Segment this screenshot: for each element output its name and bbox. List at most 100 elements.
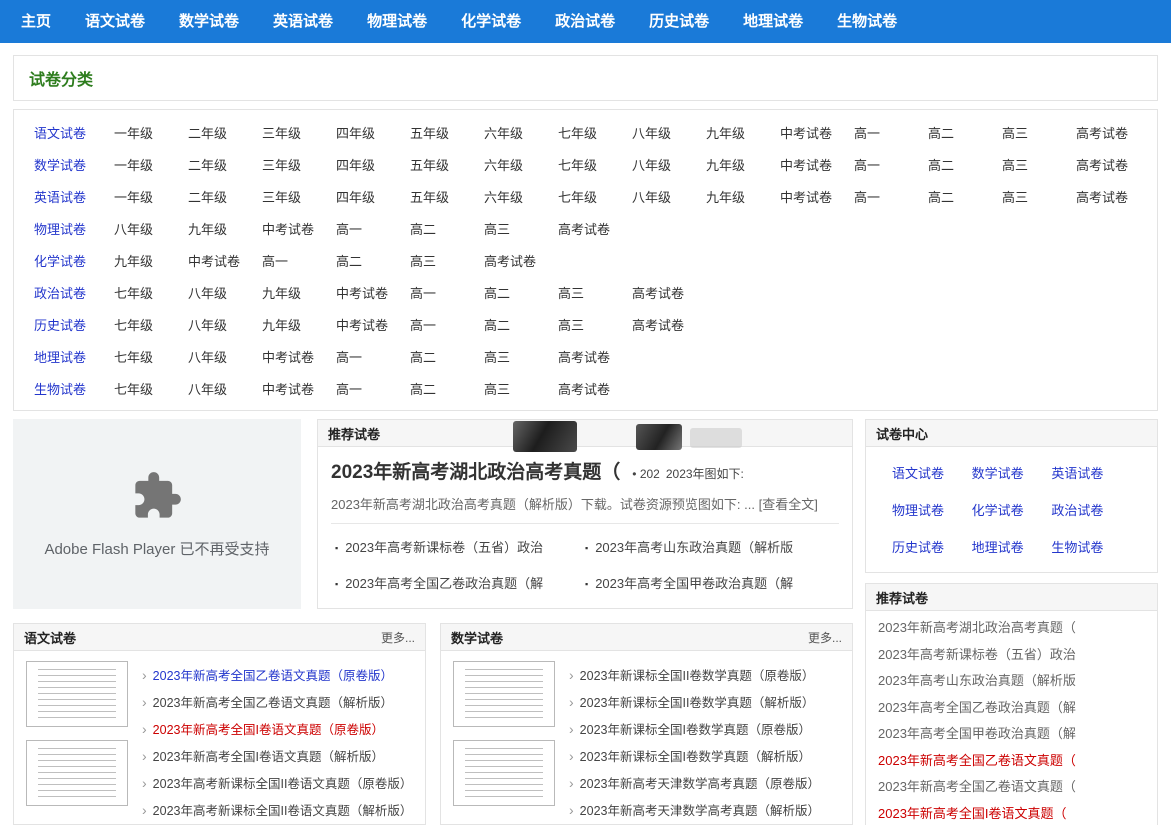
recommended-paper-link[interactable]: 2023年高考山东政治真题（解析版 bbox=[878, 668, 1145, 695]
grade-link[interactable]: 八年级 bbox=[632, 155, 706, 174]
grade-link[interactable]: 七年级 bbox=[114, 347, 188, 366]
grade-link[interactable]: 高二 bbox=[484, 283, 558, 302]
grade-link[interactable]: 中考试卷 bbox=[780, 187, 854, 206]
grade-link[interactable]: 四年级 bbox=[336, 155, 410, 174]
grade-link[interactable]: 高考试卷 bbox=[632, 315, 706, 334]
paper-link[interactable]: ›2023年新课标全国I卷数学真题（原卷版） bbox=[569, 715, 840, 742]
subject-link[interactable]: 物理试卷 bbox=[34, 219, 114, 238]
grade-link[interactable]: 高二 bbox=[410, 347, 484, 366]
paper-thumbnail[interactable] bbox=[26, 740, 128, 806]
read-more-link[interactable]: [查看全文] bbox=[759, 497, 818, 512]
paper-link[interactable]: ›2023年新高考全国I卷语文真题（解析版） bbox=[142, 742, 413, 769]
grade-link[interactable]: 二年级 bbox=[188, 123, 262, 142]
paper-link[interactable]: ›2023年新课标全国II卷数学真题（解析版） bbox=[569, 688, 840, 715]
nav-item[interactable]: 主页 bbox=[4, 0, 68, 43]
recommended-paper-link[interactable]: 2023年新高考全国I卷语文真题（ bbox=[878, 801, 1145, 825]
grade-link[interactable]: 六年级 bbox=[484, 187, 558, 206]
grade-link[interactable]: 八年级 bbox=[188, 315, 262, 334]
paper-link[interactable]: ›2023年新高考天津数学高考真题（原卷版） bbox=[569, 769, 840, 796]
grade-link[interactable]: 高一 bbox=[854, 155, 928, 174]
grade-link[interactable]: 九年级 bbox=[262, 315, 336, 334]
paper-center-link[interactable]: 历史试卷 bbox=[892, 537, 972, 556]
recommended-paper-link[interactable]: 2023年新高考全国乙卷语文真题（ bbox=[878, 748, 1145, 775]
grade-link[interactable]: 高三 bbox=[558, 315, 632, 334]
nav-item[interactable]: 语文试卷 bbox=[68, 0, 162, 43]
subject-link[interactable]: 数学试卷 bbox=[34, 155, 114, 174]
grade-link[interactable]: 三年级 bbox=[262, 155, 336, 174]
grade-link[interactable]: 八年级 bbox=[188, 283, 262, 302]
paper-link[interactable]: ›2023年新课标全国II卷数学真题（原卷版） bbox=[569, 661, 840, 688]
paper-center-link[interactable]: 化学试卷 bbox=[972, 500, 1052, 519]
grade-link[interactable]: 七年级 bbox=[114, 283, 188, 302]
grade-link[interactable]: 九年级 bbox=[114, 251, 188, 270]
grade-link[interactable]: 中考试卷 bbox=[262, 379, 336, 398]
grade-link[interactable]: 中考试卷 bbox=[262, 347, 336, 366]
paper-center-link[interactable]: 英语试卷 bbox=[1051, 463, 1131, 482]
grade-link[interactable]: 高二 bbox=[410, 219, 484, 238]
grade-link[interactable]: 七年级 bbox=[114, 315, 188, 334]
subject-link[interactable]: 生物试卷 bbox=[34, 379, 114, 398]
grade-link[interactable]: 九年级 bbox=[706, 187, 780, 206]
subject-link[interactable]: 地理试卷 bbox=[34, 347, 114, 366]
subject-link[interactable]: 英语试卷 bbox=[34, 187, 114, 206]
grade-link[interactable]: 五年级 bbox=[410, 155, 484, 174]
more-link[interactable]: 更多... bbox=[381, 629, 415, 646]
grade-link[interactable]: 高考试卷 bbox=[558, 379, 632, 398]
paper-center-link[interactable]: 生物试卷 bbox=[1051, 537, 1131, 556]
grade-link[interactable]: 高考试卷 bbox=[558, 347, 632, 366]
grade-link[interactable]: 高一 bbox=[410, 283, 484, 302]
recommended-paper-link[interactable]: 2023年新高考湖北政治高考真题（ bbox=[878, 615, 1145, 642]
grade-link[interactable]: 二年级 bbox=[188, 155, 262, 174]
grade-link[interactable]: 高考试卷 bbox=[1076, 187, 1150, 206]
grade-link[interactable]: 一年级 bbox=[114, 123, 188, 142]
grade-link[interactable]: 八年级 bbox=[188, 379, 262, 398]
nav-item[interactable]: 历史试卷 bbox=[632, 0, 726, 43]
paper-link[interactable]: ›2023年新课标全国I卷数学真题（解析版） bbox=[569, 742, 840, 769]
grade-link[interactable]: 高一 bbox=[336, 347, 410, 366]
grade-link[interactable]: 一年级 bbox=[114, 155, 188, 174]
grade-link[interactable]: 高二 bbox=[410, 379, 484, 398]
grade-link[interactable]: 中考试卷 bbox=[780, 155, 854, 174]
paper-center-link[interactable]: 数学试卷 bbox=[972, 463, 1052, 482]
grade-link[interactable]: 高二 bbox=[336, 251, 410, 270]
grade-link[interactable]: 中考试卷 bbox=[336, 283, 410, 302]
grade-link[interactable]: 四年级 bbox=[336, 187, 410, 206]
grade-link[interactable]: 高三 bbox=[1002, 123, 1076, 142]
grade-link[interactable]: 七年级 bbox=[114, 379, 188, 398]
grade-link[interactable]: 一年级 bbox=[114, 187, 188, 206]
recommended-paper-link[interactable]: 2023年高考全国甲卷政治真题（解 bbox=[878, 721, 1145, 748]
recommended-link[interactable]: ▪2023年高考山东政治真题（解析版 bbox=[585, 537, 835, 556]
grade-link[interactable]: 高考试卷 bbox=[632, 283, 706, 302]
grade-link[interactable]: 六年级 bbox=[484, 123, 558, 142]
grade-link[interactable]: 高一 bbox=[410, 315, 484, 334]
paper-link[interactable]: ›2023年新高考全国乙卷语文真题（原卷版） bbox=[142, 661, 413, 688]
nav-item[interactable]: 政治试卷 bbox=[538, 0, 632, 43]
grade-link[interactable]: 高三 bbox=[484, 379, 558, 398]
grade-link[interactable]: 高一 bbox=[262, 251, 336, 270]
grade-link[interactable]: 七年级 bbox=[558, 187, 632, 206]
grade-link[interactable]: 六年级 bbox=[484, 155, 558, 174]
paper-thumbnail[interactable] bbox=[453, 661, 555, 727]
more-link[interactable]: 更多... bbox=[808, 629, 842, 646]
grade-link[interactable]: 九年级 bbox=[706, 155, 780, 174]
paper-center-link[interactable]: 语文试卷 bbox=[892, 463, 972, 482]
paper-link[interactable]: ›2023年高考新课标全国II卷语文真题（原卷版） bbox=[142, 769, 413, 796]
recommended-link[interactable]: ▪2023年高考新课标卷（五省）政治 bbox=[335, 537, 585, 556]
grade-link[interactable]: 高三 bbox=[484, 219, 558, 238]
subject-link[interactable]: 政治试卷 bbox=[34, 283, 114, 302]
grade-link[interactable]: 三年级 bbox=[262, 123, 336, 142]
grade-link[interactable]: 九年级 bbox=[262, 283, 336, 302]
grade-link[interactable]: 七年级 bbox=[558, 155, 632, 174]
grade-link[interactable]: 高二 bbox=[928, 187, 1002, 206]
recommended-link[interactable]: ▪2023年高考全国乙卷政治真题（解 bbox=[335, 573, 585, 592]
grade-link[interactable]: 高一 bbox=[854, 187, 928, 206]
paper-center-link[interactable]: 物理试卷 bbox=[892, 500, 972, 519]
nav-item[interactable]: 物理试卷 bbox=[350, 0, 444, 43]
grade-link[interactable]: 九年级 bbox=[706, 123, 780, 142]
nav-item[interactable]: 英语试卷 bbox=[256, 0, 350, 43]
grade-link[interactable]: 高二 bbox=[928, 123, 1002, 142]
paper-link[interactable]: ›2023年新高考全国I卷语文真题（原卷版） bbox=[142, 715, 413, 742]
nav-item[interactable]: 地理试卷 bbox=[726, 0, 820, 43]
grade-link[interactable]: 高三 bbox=[1002, 187, 1076, 206]
grade-link[interactable]: 高二 bbox=[928, 155, 1002, 174]
